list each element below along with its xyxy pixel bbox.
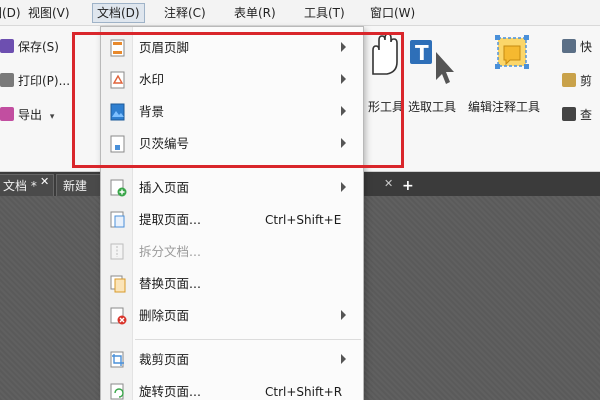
tab-close-icon[interactable]: ✕ <box>40 175 49 188</box>
menu-document[interactable]: 文档(D) <box>92 3 145 23</box>
menu-item-label: 拆分文档... <box>139 244 201 259</box>
extract-page-icon <box>110 211 125 228</box>
find-icon <box>562 107 576 121</box>
clipboard-label: 剪 <box>580 74 593 88</box>
menu-item-crop-pages[interactable]: 裁剪页面 <box>101 345 363 375</box>
add-tab-icon[interactable]: + <box>402 178 414 194</box>
save-button[interactable]: 保存(S) <box>0 36 59 58</box>
menu-tools[interactable]: 工具(T) <box>300 3 349 23</box>
select-text-icon: T <box>410 40 454 84</box>
menu-item-replace-pages[interactable]: 替换页面... <box>101 269 363 299</box>
menu-bar: 图(D) 视图(V) 文档(D) 注释(C) 表单(R) 工具(T) 窗口(W) <box>0 0 600 26</box>
submenu-arrow-icon <box>341 310 346 320</box>
svg-text:T: T <box>415 41 429 65</box>
rotate-page-icon <box>110 383 124 400</box>
tab-new[interactable]: 新建 <box>56 174 104 196</box>
chevron-down-icon: ▾ <box>49 112 55 122</box>
print-icon <box>0 73 14 87</box>
find-label: 查 <box>580 108 593 122</box>
select-text-tool-label: 选取工具 <box>408 100 457 114</box>
menu-item-split-document: 拆分文档... <box>101 237 363 267</box>
menu-item-label: 旋转页面... <box>139 384 201 399</box>
snapshot-button[interactable]: 快 <box>562 36 592 58</box>
crop-page-icon <box>110 351 124 368</box>
edit-annotation-icon <box>495 35 529 69</box>
export-button[interactable]: 导出 ▾ <box>0 104 54 126</box>
menu-annotate[interactable]: 注释(C) <box>160 3 210 23</box>
print-label: 打印(P)... <box>18 74 71 88</box>
menu-item-label: 替换页面... <box>139 276 201 291</box>
submenu-arrow-icon <box>341 182 346 192</box>
clipboard-icon <box>562 73 576 87</box>
print-button[interactable]: 打印(P)... <box>0 70 70 92</box>
camera-icon <box>562 39 576 53</box>
menu-item-label: 插入页面 <box>139 180 190 195</box>
edit-annotation-tool-button[interactable]: 编辑注释工具 <box>468 30 556 118</box>
menu-form[interactable]: 表单(R) <box>230 3 280 23</box>
replace-page-icon <box>110 275 126 293</box>
export-icon <box>0 107 14 121</box>
split-document-icon <box>110 243 124 260</box>
menu-file[interactable]: 图(D) <box>0 3 25 23</box>
menu-window[interactable]: 窗口(W) <box>366 3 419 23</box>
menu-separator <box>135 339 361 340</box>
menu-view[interactable]: 视图(V) <box>24 3 74 23</box>
export-label: 导出 <box>18 108 43 122</box>
menu-item-label: 删除页面 <box>139 308 190 323</box>
find-button[interactable]: 查 <box>562 104 592 126</box>
menu-item-shortcut: Ctrl+Shift+R <box>265 385 343 399</box>
menu-item-rotate-pages[interactable]: 旋转页面... Ctrl+Shift+R <box>101 377 363 400</box>
highlight-annotation-box <box>72 32 404 168</box>
edit-annotation-tool-label: 编辑注释工具 <box>468 100 541 114</box>
menu-item-label: 提取页面... <box>139 212 201 227</box>
clipboard-button[interactable]: 剪 <box>562 70 592 92</box>
insert-page-icon <box>110 179 127 197</box>
submenu-arrow-icon <box>341 354 346 364</box>
save-label: 保存(S) <box>18 40 59 54</box>
menu-item-label: 裁剪页面 <box>139 352 190 367</box>
select-text-tool-button[interactable]: T 选取工具 <box>406 30 462 118</box>
menu-item-extract-pages[interactable]: 提取页面... Ctrl+Shift+E <box>101 205 363 235</box>
menu-item-shortcut: Ctrl+Shift+E <box>265 213 342 227</box>
save-icon <box>0 39 14 53</box>
snapshot-label: 快 <box>580 40 593 54</box>
delete-page-icon <box>110 307 127 325</box>
menu-item-delete-pages[interactable]: 删除页面 <box>101 301 363 331</box>
menu-item-insert-page[interactable]: 插入页面 <box>101 173 363 203</box>
tab-close-icon[interactable]: ✕ <box>384 177 393 190</box>
